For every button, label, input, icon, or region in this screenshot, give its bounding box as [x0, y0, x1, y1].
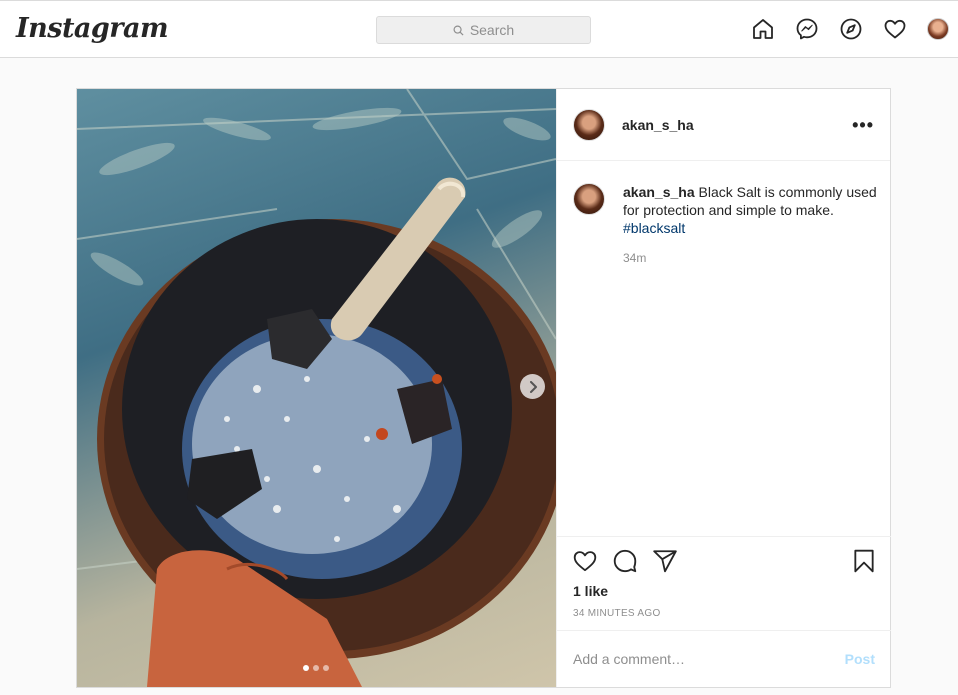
chevron-right-icon: [529, 380, 537, 393]
instagram-logo[interactable]: Instagram: [16, 13, 169, 44]
search-placeholder: Search: [469, 22, 515, 38]
carousel-dot: [323, 665, 329, 671]
activity-heart-icon[interactable]: [883, 17, 907, 41]
comment-icon[interactable]: [612, 548, 638, 574]
post-caption: akan_s_ha Black Salt is commonly used fo…: [573, 183, 885, 267]
search-icon: [453, 25, 464, 36]
carousel-dot: [313, 665, 319, 671]
caption-hashtag-link[interactable]: #blacksalt: [623, 219, 885, 237]
post-side-panel: akan_s_ha ••• akan_s_ha Black Salt is co…: [556, 89, 891, 687]
top-nav-bar: Instagram Search: [0, 0, 958, 58]
carousel-dot: [303, 665, 309, 671]
post-actions: 1 like 34 MINUTES AGO: [557, 536, 891, 630]
save-bookmark-icon[interactable]: [851, 548, 877, 574]
mortar-and-pestle-photo: [77, 89, 556, 687]
share-icon[interactable]: [652, 548, 678, 574]
caption-author-avatar[interactable]: [573, 183, 605, 215]
search-box[interactable]: Search: [376, 16, 591, 44]
post-header: akan_s_ha •••: [557, 89, 890, 161]
post-photo[interactable]: [77, 89, 556, 687]
caption-timestamp[interactable]: 34m: [623, 249, 885, 267]
like-count[interactable]: 1 like: [573, 583, 608, 599]
author-username[interactable]: akan_s_ha: [622, 117, 694, 133]
author-avatar[interactable]: [573, 108, 605, 141]
profile-avatar[interactable]: [927, 18, 949, 40]
comment-form: Post: [557, 630, 891, 687]
more-options-icon[interactable]: •••: [852, 116, 874, 134]
post-timestamp[interactable]: 34 MINUTES AGO: [573, 608, 661, 619]
comment-input[interactable]: [573, 651, 845, 667]
carousel-next-button[interactable]: [520, 374, 545, 399]
messenger-icon[interactable]: [795, 17, 819, 41]
explore-icon[interactable]: [839, 17, 863, 41]
home-icon[interactable]: [751, 17, 775, 41]
carousel-indicator: [303, 665, 329, 671]
post-card: akan_s_ha ••• akan_s_ha Black Salt is co…: [76, 88, 891, 688]
like-heart-icon[interactable]: [572, 548, 598, 574]
caption-username[interactable]: akan_s_ha: [623, 184, 695, 200]
post-comment-button[interactable]: Post: [845, 651, 875, 667]
